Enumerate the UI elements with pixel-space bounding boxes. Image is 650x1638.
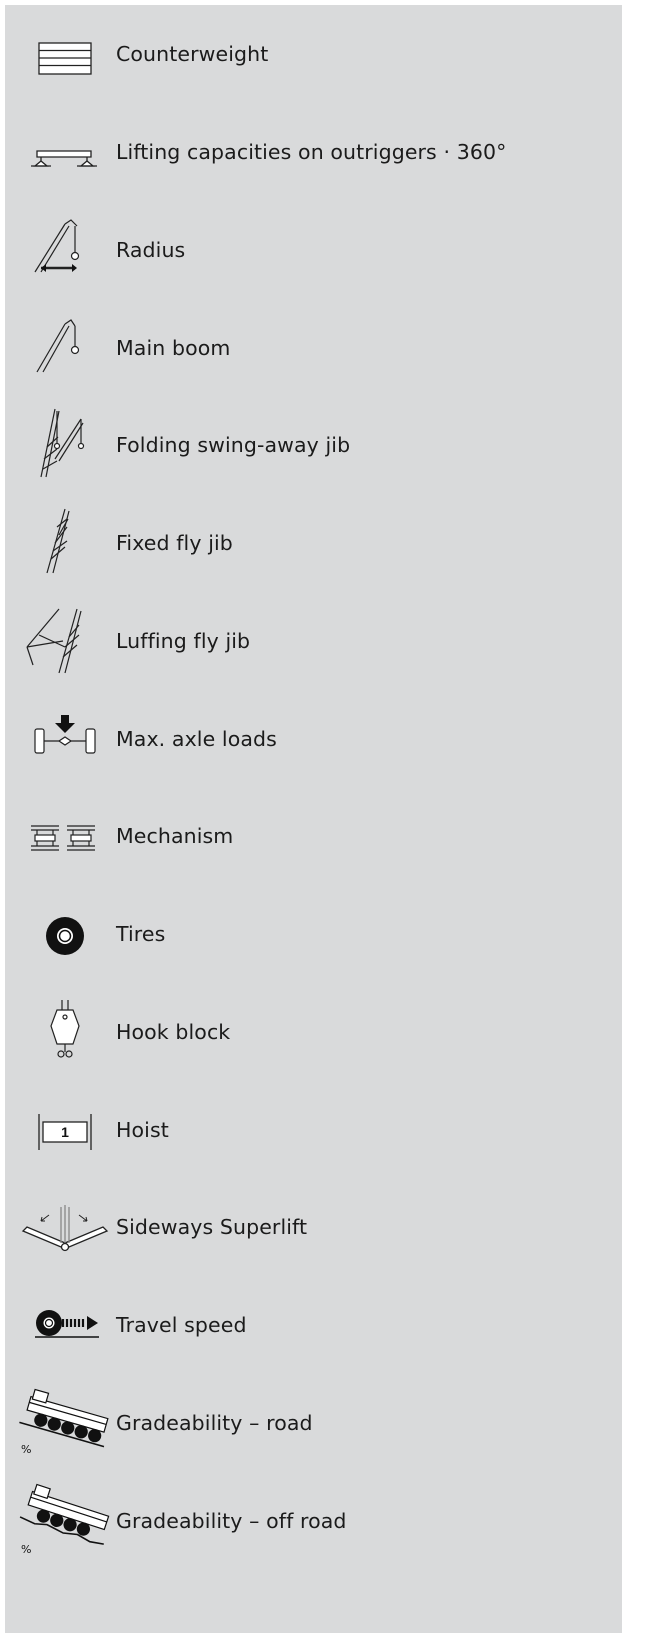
legend-item-tires: Tires	[5, 885, 622, 983]
legend-item-hoist: 1 Hoist	[5, 1081, 622, 1179]
fixed-fly-jib-icon	[19, 497, 111, 589]
folding-jib-icon	[19, 399, 111, 491]
legend-label: Mechanism	[116, 824, 234, 848]
mechanism-icon	[19, 790, 111, 882]
legend-label: Gradeability – off road	[116, 1509, 347, 1533]
grade-unit: %	[21, 1443, 31, 1456]
legend-label: Hoist	[116, 1118, 169, 1142]
legend-label: Lifting capacities on outriggers · 360°	[116, 140, 507, 164]
counterweight-icon	[19, 8, 111, 100]
radius-icon	[19, 204, 111, 296]
hook-block-icon	[19, 986, 111, 1078]
axle-loads-icon	[19, 693, 111, 785]
legend-label: Hook block	[116, 1020, 231, 1044]
legend-item-gradeability-road: % Gradeability – road	[5, 1374, 622, 1472]
main-boom-icon	[19, 302, 111, 394]
legend-label: Gradeability – road	[116, 1411, 313, 1435]
legend-item-mechanism: Mechanism	[5, 787, 622, 885]
legend-item-fixed-fly-jib: Fixed fly jib	[5, 494, 622, 592]
outriggers-icon	[19, 106, 111, 198]
legend-label: Counterweight	[116, 42, 269, 66]
legend-item-axle-loads: Max. axle loads	[5, 690, 622, 788]
hoist-icon: 1	[19, 1084, 111, 1176]
legend-label: Folding swing-away jib	[116, 433, 351, 457]
grade-unit: %	[21, 1543, 31, 1556]
legend-item-main-boom: Main boom	[5, 299, 622, 397]
legend-item-counterweight: Counterweight	[5, 5, 622, 103]
tire-icon	[19, 888, 111, 980]
sideways-superlift-icon	[19, 1181, 111, 1273]
legend-item-travel-speed: Travel speed	[5, 1276, 622, 1374]
legend-item-outriggers: Lifting capacities on outriggers · 360°	[5, 103, 622, 201]
luffing-fly-jib-icon	[19, 595, 111, 687]
legend-label: Travel speed	[116, 1313, 247, 1337]
legend-item-radius: Radius	[5, 201, 622, 299]
gradeability-offroad-icon: %	[19, 1475, 111, 1567]
legend-label: Fixed fly jib	[116, 531, 233, 555]
legend-label: Main boom	[116, 336, 231, 360]
legend-item-hook-block: Hook block	[5, 983, 622, 1081]
gradeability-road-icon: %	[19, 1377, 111, 1469]
legend-label: Max. axle loads	[116, 727, 277, 751]
legend-item-sideways-superlift: Sideways Superlift	[5, 1178, 622, 1276]
legend-label: Radius	[116, 238, 186, 262]
legend-label: Sideways Superlift	[116, 1215, 308, 1239]
hoist-number: 1	[61, 1124, 69, 1140]
travel-speed-icon	[19, 1279, 111, 1371]
legend-item-gradeability-offroad: % Gradeability – off road	[5, 1472, 622, 1570]
legend-label: Luffing fly jib	[116, 629, 251, 653]
legend-item-luffing-fly-jib: Luffing fly jib	[5, 592, 622, 690]
legend-label: Tires	[116, 922, 166, 946]
legend-item-folding-jib: Folding swing-away jib	[5, 396, 622, 494]
